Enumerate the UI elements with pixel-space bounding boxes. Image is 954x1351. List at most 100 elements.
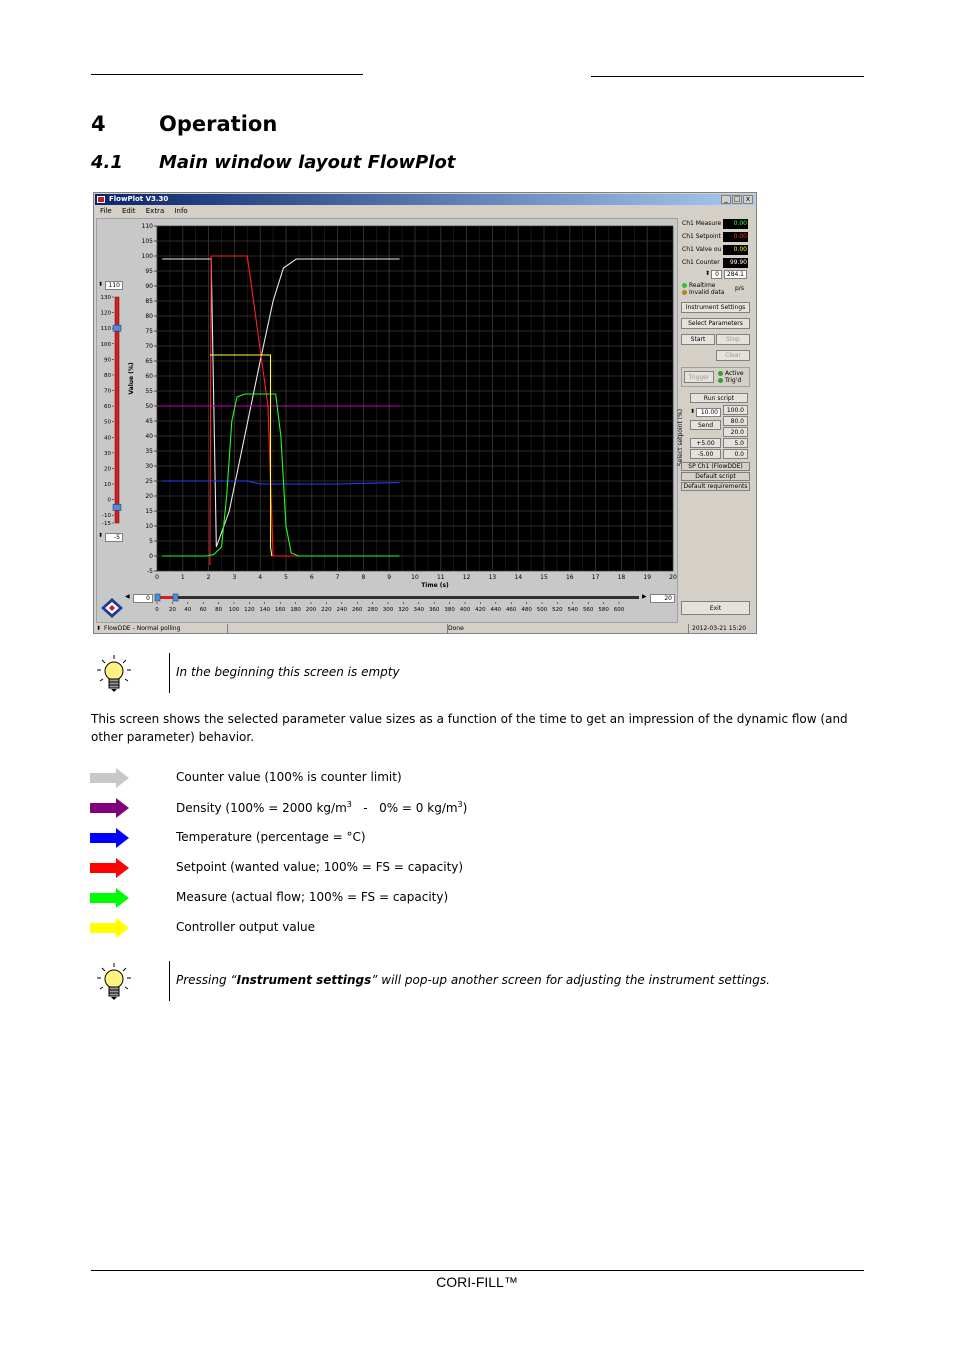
scroll-scale-label: 340: [414, 607, 425, 613]
setpoint-preset-button[interactable]: 0.0: [723, 449, 748, 459]
legend-row: Setpoint (wanted value; 100% = FS = capa…: [90, 857, 590, 879]
scroll-scale-label: 60: [200, 607, 207, 613]
stop-button[interactable]: Stop: [716, 334, 750, 345]
run-script-button[interactable]: Run script: [690, 393, 748, 403]
time-range-scrollbar[interactable]: 0 20 40 60 80 100 120 140 160 180 200 220 240 260 280 3…: [153, 593, 653, 623]
slider-scale-label: 60: [104, 404, 111, 410]
x-tick-label: 8: [361, 574, 365, 581]
sample-index-field[interactable]: 0: [711, 270, 722, 279]
send-button[interactable]: Send: [690, 420, 721, 430]
close-button[interactable]: x: [743, 195, 753, 204]
scroll-scale-label: 360: [429, 607, 440, 613]
x-tick-label: 20: [669, 574, 677, 581]
readout-value: 99.90: [723, 258, 748, 268]
y-tick-label: 5: [149, 538, 153, 545]
slider-scale-label: 0: [108, 498, 112, 504]
value-range-slider[interactable]: 1301201101009080706050403020100-10-15: [97, 291, 127, 531]
menu-edit[interactable]: Edit: [122, 207, 136, 215]
slider-bottom-handle[interactable]: [112, 504, 122, 511]
script-info-default-script: Default script: [681, 472, 750, 481]
y-tick-label: 80: [145, 313, 153, 320]
legend-arrow-icon: [90, 768, 129, 788]
readout-label: Ch1 Setpoint: [682, 233, 721, 240]
clear-button[interactable]: Clear: [716, 350, 750, 361]
menu-file[interactable]: File: [100, 207, 112, 215]
slider-scale-label: 40: [104, 435, 111, 441]
scroll-end-handle[interactable]: [172, 593, 179, 602]
scroll-scale-label: 120: [244, 607, 255, 613]
slider-scale-label: 20: [104, 466, 111, 472]
invalid-data-label: Invalid data: [689, 289, 725, 296]
slider-top-handle[interactable]: [112, 324, 122, 332]
scroll-end-value[interactable]: 20: [650, 594, 675, 603]
window-titlebar: FlowPlot V3.30 _ □ x: [95, 194, 755, 205]
y-tick-label: 55: [145, 388, 153, 395]
trigger-trigd-led-icon: [718, 378, 723, 383]
subsection-number: 4.1: [91, 152, 123, 173]
y-tick-label: 45: [145, 418, 153, 425]
legend-text: Density (100% = 2000 kg/m3 - 0% = 0 kg/m…: [176, 800, 468, 815]
chart-panel: ⬍ 110 130 120 110 100 90 80 70 60 50 40 30 20 10 0 -10…: [96, 218, 678, 623]
subsection-heading: 4.1 Main window layout FlowPlot: [91, 152, 455, 173]
setpoint-preset-button[interactable]: 100.0: [723, 405, 748, 415]
slider-bottom-spinner-icon[interactable]: ⬍: [98, 532, 103, 539]
bronkhorst-logo: [101, 598, 123, 618]
setpoint-preset-button[interactable]: 5.0: [723, 438, 748, 448]
trigger-trigd-label: Trig'd: [725, 377, 742, 384]
y-tick-label: 50: [145, 403, 153, 410]
header-rule-left: [91, 74, 363, 75]
sample-spinner-icon[interactable]: ⬍: [705, 270, 710, 277]
scroll-scale-label: 380: [444, 607, 455, 613]
status-progress: [227, 624, 447, 633]
slider-bottom-value[interactable]: -5: [105, 533, 123, 542]
readout-label: Ch1 Valve ou: [682, 246, 722, 253]
setpoint-preset-button[interactable]: 20.0: [723, 427, 748, 437]
instrument-settings-button[interactable]: Instrument Settings: [681, 302, 750, 313]
y-tick-label: 40: [145, 433, 153, 440]
y-tick-label: 0: [149, 553, 153, 560]
y-tick-label: 10: [145, 523, 153, 530]
setpoint-spinner-icon[interactable]: ⬍: [690, 408, 695, 415]
note-divider: [169, 653, 170, 693]
slider-top-spinner-icon[interactable]: ⬍: [98, 281, 103, 288]
minimize-button[interactable]: _: [721, 195, 731, 204]
exit-button[interactable]: Exit: [681, 601, 750, 615]
scroll-right-icon[interactable]: ▶: [642, 593, 647, 600]
legend-arrow-icon: [90, 798, 129, 818]
scroll-left-icon[interactable]: ◀: [125, 593, 130, 600]
minus-setpoint-button[interactable]: -5.00: [690, 449, 721, 459]
x-tick-label: 12: [463, 574, 471, 581]
select-parameters-button[interactable]: Select Parameters: [681, 318, 750, 329]
x-tick-label: 15: [540, 574, 548, 581]
plus-setpoint-button[interactable]: +5.00: [690, 438, 721, 448]
flowplot-window: FlowPlot V3.30 _ □ x File Edit Extra Inf…: [93, 192, 757, 634]
start-button[interactable]: Start: [681, 334, 715, 345]
scroll-start-handle[interactable]: [154, 593, 161, 602]
y-tick-label: 15: [145, 508, 153, 515]
section-number: 4: [91, 112, 106, 136]
slider-top-value[interactable]: 110: [105, 281, 123, 290]
setpoint-preset-button[interactable]: 80.0: [723, 416, 748, 426]
menu-bar: File Edit Extra Info: [95, 206, 755, 217]
trigger-group: Trigger Active Trig'd: [681, 367, 750, 387]
x-tick-label: 3: [232, 574, 236, 581]
maximize-button[interactable]: □: [732, 195, 742, 204]
y-tick-label: 100: [142, 253, 154, 260]
x-tick-label: 9: [387, 574, 391, 581]
legend-text: Temperature (percentage = °C): [176, 830, 366, 844]
scroll-scale-label: 180: [290, 607, 301, 613]
y-tick-label: 30: [145, 463, 153, 470]
section-heading: 4 Operation: [91, 112, 277, 136]
menu-extra[interactable]: Extra: [146, 207, 164, 215]
scroll-scale-label: 580: [598, 607, 609, 613]
scroll-scale-label: 80: [215, 607, 222, 613]
scroll-scale-label: 320: [398, 607, 409, 613]
flow-chart: 0 1 2 3 4 5 6 7 8 9 10 11 12 13 14 15 16 17 18 19 2011010510…: [128, 223, 677, 589]
x-tick-label: 6: [310, 574, 314, 581]
menu-info[interactable]: Info: [174, 207, 187, 215]
setpoint-input[interactable]: 10.00: [696, 408, 721, 417]
trigger-button-main[interactable]: Trigger: [684, 371, 714, 383]
scroll-scale-label: 400: [460, 607, 471, 613]
scroll-start-value[interactable]: 0: [133, 594, 153, 603]
y-tick-label: 110: [142, 223, 154, 230]
